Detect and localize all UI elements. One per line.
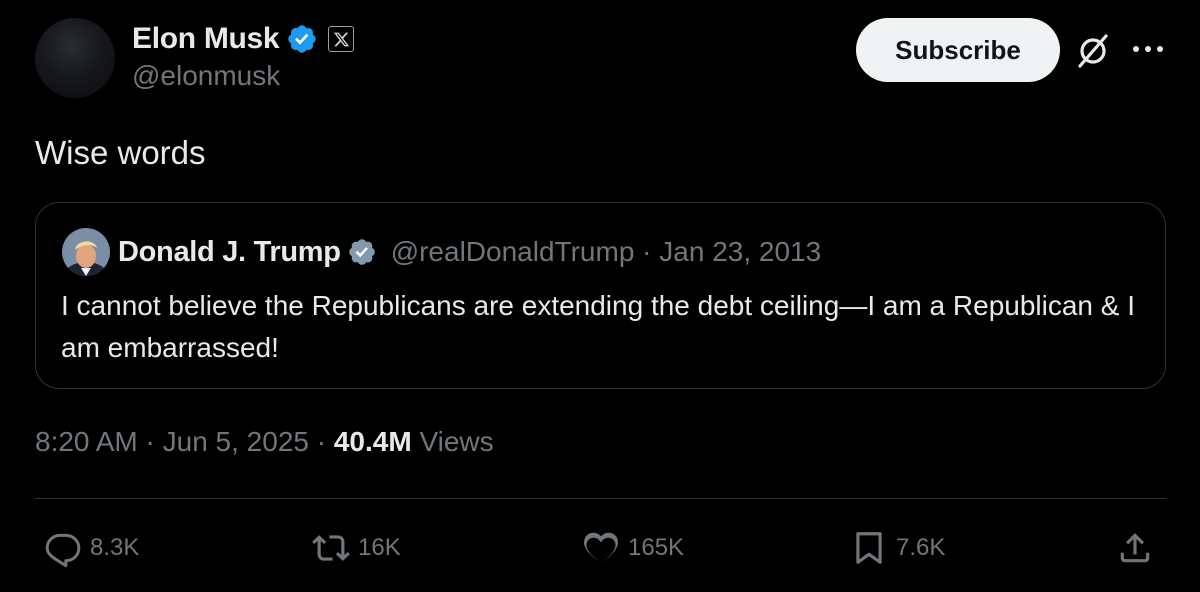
views-count: 40.4M: [333, 426, 412, 457]
author-handle[interactable]: @elonmusk: [132, 60, 280, 92]
reply-icon: [45, 533, 81, 567]
more-icon[interactable]: [1128, 34, 1168, 64]
bookmark-button[interactable]: 7.6K: [850, 528, 945, 568]
reply-count: 8.3K: [90, 534, 140, 561]
quoted-tweet-card[interactable]: Donald J. Trump @realDonaldTrump · Jan 2…: [35, 202, 1166, 389]
author-display-name[interactable]: Elon Musk: [132, 22, 280, 56]
quoted-tweet-header: Donald J. Trump @realDonaldTrump · Jan 2…: [118, 232, 821, 272]
reply-button[interactable]: 8.3K: [44, 528, 139, 568]
author-avatar[interactable]: [35, 18, 115, 98]
bookmark-count: 7.6K: [896, 534, 946, 561]
verified-badge-icon[interactable]: [286, 23, 318, 55]
grok-icon[interactable]: [1072, 30, 1114, 72]
tweet-date[interactable]: Jun 5, 2025: [163, 426, 309, 457]
quoted-author-avatar[interactable]: [62, 228, 110, 276]
like-button[interactable]: 165K: [582, 528, 684, 568]
subscribe-button[interactable]: Subscribe: [856, 18, 1060, 82]
share-button[interactable]: [1116, 528, 1154, 568]
quoted-handle-date: @realDonaldTrump · Jan 23, 2013: [390, 236, 822, 267]
repost-count: 16K: [358, 534, 401, 561]
tweet-text: Wise words: [35, 134, 206, 171]
tweet-time[interactable]: 8:20 AM: [35, 426, 138, 457]
verified-badge-icon[interactable]: [347, 237, 377, 267]
x-affiliation-icon[interactable]: [328, 26, 355, 52]
quoted-tweet-text: I cannot believe the Republicans are ext…: [61, 290, 1136, 363]
like-count: 165K: [628, 534, 685, 561]
views-label: Views: [419, 426, 494, 457]
quoted-handle[interactable]: @realDonaldTrump: [391, 236, 635, 267]
author-name-row: Elon Musk: [132, 20, 355, 58]
share-icon: [1120, 533, 1150, 563]
bookmark-icon: [856, 532, 882, 564]
quoted-date[interactable]: Jan 23, 2013: [659, 236, 821, 267]
like-icon: [584, 532, 618, 563]
quoted-display-name[interactable]: Donald J. Trump: [118, 236, 341, 269]
divider: [35, 498, 1166, 499]
repost-icon: [312, 535, 350, 561]
tweet-meta: 8:20 AM · Jun 5, 2025 · 40.4M Views: [35, 426, 494, 457]
repost-button[interactable]: 16K: [312, 528, 401, 568]
